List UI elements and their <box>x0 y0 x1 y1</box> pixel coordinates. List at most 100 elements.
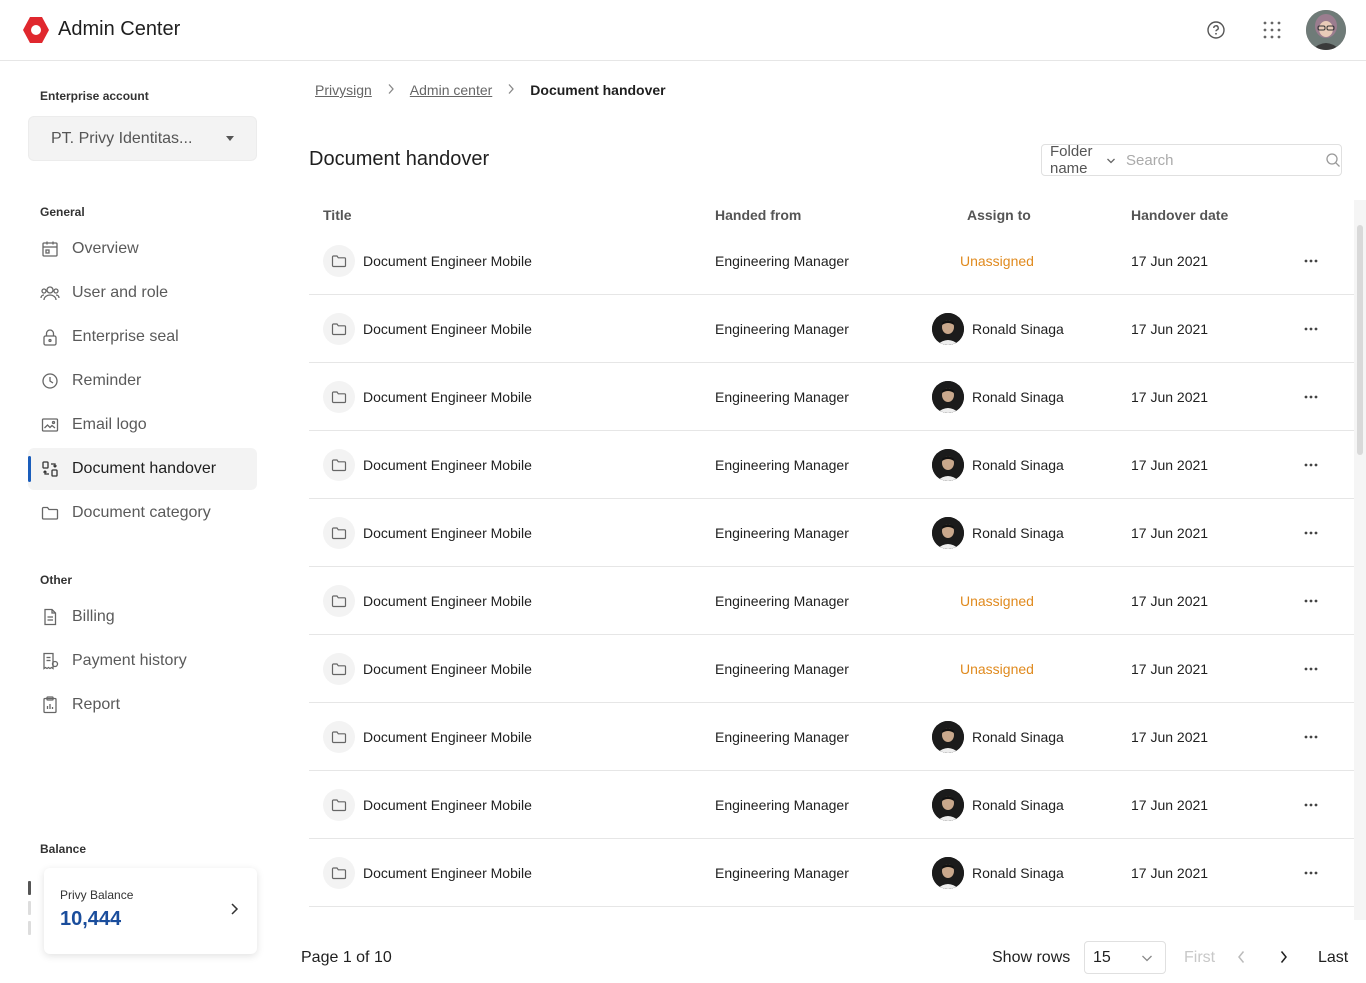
sidebar-item-document-handover[interactable]: Document handover <box>28 448 257 490</box>
table-row[interactable]: Document Engineer Mobile Engineering Man… <box>309 635 1357 703</box>
row-actions[interactable] <box>1299 771 1323 839</box>
document-icon <box>40 607 60 627</box>
sidebar-item-reminder[interactable]: Reminder <box>28 360 257 402</box>
more-options-icon[interactable] <box>1299 589 1323 613</box>
table-row[interactable]: Document Engineer Mobile Engineering Man… <box>309 567 1357 635</box>
row-actions[interactable] <box>1299 703 1323 771</box>
more-options-icon[interactable] <box>1299 385 1323 409</box>
sidebar-item-report[interactable]: Report <box>28 684 257 726</box>
clock-icon <box>40 371 60 391</box>
document-title[interactable]: Document Engineer Mobile <box>363 321 532 337</box>
table-row[interactable]: Document Engineer Mobile Engineering Man… <box>309 227 1357 295</box>
more-options-icon[interactable] <box>1299 317 1323 341</box>
row-actions[interactable] <box>1299 567 1323 635</box>
chevron-right-icon <box>507 82 515 98</box>
table-row[interactable]: Document Engineer Mobile Engineering Man… <box>309 839 1357 907</box>
handed-from-cell: Engineering Manager <box>715 253 849 269</box>
document-title[interactable]: Document Engineer Mobile <box>363 661 532 677</box>
last-page-button[interactable]: Last <box>1318 949 1348 967</box>
breadcrumb-admin-center[interactable]: Admin center <box>410 82 492 98</box>
previous-page-button[interactable] <box>1236 949 1246 970</box>
handover-date-cell: 17 Jun 2021 <box>1131 525 1209 541</box>
document-title[interactable]: Document Engineer Mobile <box>363 457 532 473</box>
search-input[interactable] <box>1116 145 1325 175</box>
rows-per-page-select[interactable]: 15 <box>1084 941 1166 974</box>
apps-grid-icon[interactable] <box>1260 18 1284 42</box>
row-actions[interactable] <box>1299 295 1323 363</box>
show-rows-label: Show rows <box>992 949 1071 966</box>
row-actions[interactable] <box>1299 499 1323 567</box>
row-actions[interactable] <box>1299 227 1323 295</box>
assign-to-cell: Ronald Sinaga <box>932 771 1064 839</box>
handover-date-cell: 17 Jun 2021 <box>1131 865 1209 881</box>
help-icon[interactable] <box>1204 18 1228 42</box>
column-header-title: Title <box>323 207 352 223</box>
breadcrumb-privysign[interactable]: Privysign <box>315 82 372 98</box>
user-avatar[interactable] <box>1306 10 1346 50</box>
pagination-bar: Page 1 of 10 Show rows 15 First Last <box>285 930 1366 983</box>
handed-from-cell: Engineering Manager <box>715 661 849 677</box>
more-options-icon[interactable] <box>1299 249 1323 273</box>
title-cell: Document Engineer Mobile <box>323 499 532 567</box>
title-cell: Document Engineer Mobile <box>323 363 532 431</box>
sidebar-item-user-and-role[interactable]: User and role <box>28 272 257 314</box>
handover-date-cell: 17 Jun 2021 <box>1131 593 1209 609</box>
report-icon <box>40 695 60 715</box>
balance-section-label: Balance <box>40 842 87 856</box>
document-title[interactable]: Document Engineer Mobile <box>363 253 532 269</box>
table-row[interactable]: Document Engineer Mobile Engineering Man… <box>309 499 1357 567</box>
sidebar-item-billing[interactable]: Billing <box>28 596 257 638</box>
document-title[interactable]: Document Engineer Mobile <box>363 525 532 541</box>
page-title: Document handover <box>309 148 490 170</box>
more-options-icon[interactable] <box>1299 861 1323 885</box>
more-options-icon[interactable] <box>1299 725 1323 749</box>
more-options-icon[interactable] <box>1299 793 1323 817</box>
sidebar-item-payment-history[interactable]: Payment history <box>28 640 257 682</box>
document-title[interactable]: Document Engineer Mobile <box>363 865 532 881</box>
table-row[interactable]: Document Engineer Mobile Engineering Man… <box>309 295 1357 363</box>
row-actions[interactable] <box>1299 839 1323 907</box>
assign-to-cell: Ronald Sinaga <box>932 499 1064 567</box>
assignee-name: Ronald Sinaga <box>972 865 1064 881</box>
title-cell: Document Engineer Mobile <box>323 431 532 499</box>
table-row[interactable]: Document Engineer Mobile Engineering Man… <box>309 363 1357 431</box>
enterprise-account-label: Enterprise account <box>40 89 149 103</box>
sidebar-item-enterprise-seal[interactable]: Enterprise seal <box>28 316 257 358</box>
document-title[interactable]: Document Engineer Mobile <box>363 593 532 609</box>
more-options-icon[interactable] <box>1299 453 1323 477</box>
other-section-label: Other <box>40 573 73 587</box>
table-row[interactable]: Document Engineer Mobile Engineering Man… <box>309 431 1357 499</box>
next-page-button[interactable] <box>1279 949 1289 970</box>
enterprise-account-select[interactable]: PT. Privy Identitas... <box>28 116 257 161</box>
folder-icon <box>323 245 355 277</box>
more-options-icon[interactable] <box>1299 657 1323 681</box>
calendar-icon <box>40 239 60 259</box>
sidebar-item-document-category[interactable]: Document category <box>28 492 257 534</box>
row-actions[interactable] <box>1299 363 1323 431</box>
first-page-button[interactable]: First <box>1184 949 1215 967</box>
document-title[interactable]: Document Engineer Mobile <box>363 729 532 745</box>
search-icon[interactable] <box>1325 152 1341 168</box>
document-title[interactable]: Document Engineer Mobile <box>363 389 532 405</box>
enterprise-account-value: PT. Privy Identitas... <box>51 129 193 147</box>
row-actions[interactable] <box>1299 431 1323 499</box>
app-title: Admin Center <box>58 18 181 40</box>
document-title[interactable]: Document Engineer Mobile <box>363 797 532 813</box>
chevron-right-icon[interactable] <box>229 902 239 921</box>
folder-icon <box>323 789 355 821</box>
scrollbar[interactable] <box>1354 200 1366 920</box>
users-icon <box>40 283 60 303</box>
assignee-name: Ronald Sinaga <box>972 457 1064 473</box>
row-actions[interactable] <box>1299 635 1323 703</box>
table-row[interactable]: Document Engineer Mobile Engineering Man… <box>309 703 1357 771</box>
more-options-icon[interactable] <box>1299 521 1323 545</box>
app-logo-icon[interactable] <box>22 16 50 44</box>
general-section-label: General <box>40 205 85 219</box>
table-row[interactable]: Document Engineer Mobile Engineering Man… <box>309 771 1357 839</box>
sidebar-item-overview[interactable]: Overview <box>28 228 257 270</box>
folder-icon <box>323 585 355 617</box>
sidebar-item-email-logo[interactable]: Email logo <box>28 404 257 446</box>
balance-card[interactable]: Privy Balance 10,444 <box>44 868 257 954</box>
filter-field-select[interactable]: Folder name <box>1042 143 1116 177</box>
scrollbar-thumb[interactable] <box>1357 225 1363 455</box>
